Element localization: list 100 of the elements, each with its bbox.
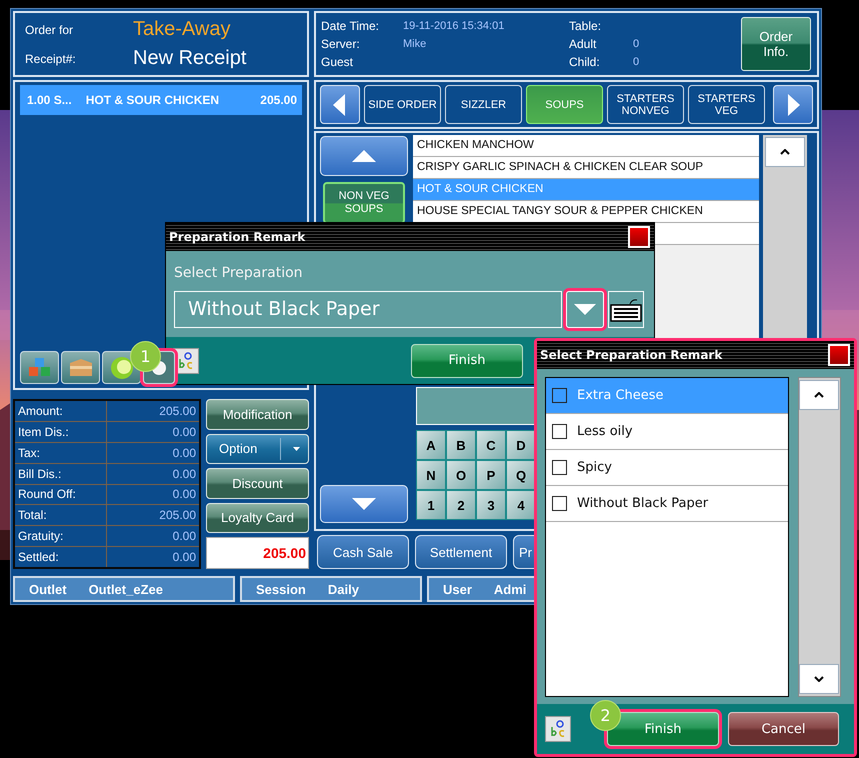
balance-field: 205.00 (206, 537, 309, 569)
order-info-button[interactable]: Order Info. (741, 17, 811, 71)
order-type: Take-Away (133, 18, 232, 41)
info-label: Server: (321, 37, 361, 51)
order-for-label: Order for (25, 22, 74, 36)
info-value: Mike (403, 38, 428, 50)
remark-label: Without Black Paper (577, 496, 708, 511)
order-qty: 1.00 S... (27, 93, 72, 107)
status-label: Session (256, 582, 306, 597)
remark-item[interactable]: Without Black Paper (546, 486, 788, 522)
keypad-key[interactable]: Q (506, 460, 536, 490)
action-button[interactable]: Modification (206, 399, 309, 430)
action-button[interactable]: Discount (206, 468, 309, 498)
keyboard-icon (610, 298, 642, 322)
cubes-button[interactable] (20, 351, 59, 384)
checkbox[interactable] (552, 496, 567, 511)
cancel-button[interactable]: Cancel (728, 712, 839, 746)
remark-label: Extra Cheese (577, 388, 664, 403)
scroll-down-button[interactable] (799, 664, 840, 694)
receipt-label: Receipt#: (25, 52, 77, 66)
info-value: 0 (633, 38, 640, 50)
chevron-down-icon (814, 676, 824, 682)
option-button[interactable]: Option (206, 434, 309, 464)
keypad-key[interactable]: P (476, 460, 506, 490)
keypad-key[interactable]: B (446, 430, 476, 460)
down-triangle-icon (574, 304, 596, 315)
receipt-number: New Receipt (133, 47, 248, 70)
chevron-up-icon (814, 392, 824, 398)
scroll-up-button[interactable] (765, 137, 805, 167)
info-label: Child: (569, 55, 601, 69)
category-tab[interactable]: SIZZLER (445, 85, 522, 124)
next-button[interactable] (773, 85, 813, 124)
letters-icon (177, 350, 195, 370)
close-button[interactable] (828, 344, 850, 366)
up-triangle-icon (352, 150, 376, 162)
info-label: Table: (569, 19, 602, 33)
total-value: 0.00 (172, 466, 197, 483)
left-arrow-icon (333, 94, 347, 116)
cubes-icon (26, 356, 52, 378)
action-button[interactable]: Cash Sale (317, 535, 409, 569)
keypad-key[interactable]: O (446, 460, 476, 490)
menu-item[interactable]: CRISPY GARLIC SPINACH & CHICKEN CLEAR SOUP (413, 157, 759, 179)
checkbox[interactable] (552, 460, 567, 475)
box-button[interactable] (61, 351, 100, 384)
info-value: 0 (633, 56, 640, 68)
keypad-key[interactable]: A (416, 430, 446, 460)
status-value: Outlet_eZee (88, 582, 163, 597)
order-amount: 205.00 (260, 93, 297, 107)
keypad-key[interactable]: 4 (506, 490, 536, 520)
previous-button[interactable] (320, 85, 360, 124)
menu-item[interactable]: HOUSE SPECIAL TANGY SOUR & PEPPER CHICKEN (413, 201, 759, 223)
down-triangle-icon (352, 498, 376, 510)
prompt-label: Select Preparation (174, 265, 304, 281)
letters-button[interactable] (545, 716, 571, 742)
keypad-key[interactable]: N (416, 460, 446, 490)
remark-item[interactable]: Less oily (546, 414, 788, 450)
menu-item[interactable]: CHICKEN MANCHOW (413, 135, 759, 157)
finish-button[interactable]: Finish (411, 344, 523, 378)
total-value: 205.00 (158, 507, 197, 524)
keyboard-button[interactable] (608, 291, 644, 328)
caret-icon (293, 446, 300, 451)
close-button[interactable] (628, 226, 650, 248)
status-value: Admi (494, 582, 526, 597)
remark-item[interactable]: Spicy (546, 450, 788, 486)
total-label: Item Dis.: (15, 422, 107, 442)
action-button[interactable]: Settlement (415, 535, 507, 569)
total-label: Amount: (15, 401, 107, 421)
total-value: 0.00 (172, 486, 197, 504)
lime-icon (108, 356, 134, 380)
checkbox[interactable] (552, 388, 567, 403)
action-button[interactable]: Loyalty Card (206, 502, 309, 533)
remark-label: Spicy (577, 460, 612, 475)
keypad-key[interactable]: 3 (476, 490, 506, 520)
subcategory-button[interactable]: NON VEG SOUPS (323, 182, 405, 224)
info-label: Adult (569, 37, 598, 51)
dialog-title: Select Preparation Remark (540, 348, 722, 362)
total-value: 0.00 (172, 444, 197, 462)
total-label: Bill Dis.: (15, 464, 107, 484)
order-item-name: HOT & SOUR CHICKEN (86, 93, 220, 107)
total-value: 205.00 (158, 402, 197, 420)
scrollbar[interactable] (798, 377, 841, 697)
status-label: User (443, 582, 472, 597)
checkbox[interactable] (552, 424, 567, 439)
keypad-key[interactable]: 2 (446, 490, 476, 520)
total-label: Tax: (15, 442, 107, 463)
category-tab[interactable]: SIDE ORDER (364, 85, 441, 124)
keypad-key[interactable]: C (476, 430, 506, 460)
total-label: Settled: (15, 547, 107, 567)
letters-icon (549, 719, 567, 739)
status-label: Outlet (29, 582, 67, 597)
keypad-key[interactable]: 1 (416, 490, 446, 520)
total-label: Gratuity: (15, 526, 107, 546)
total-label: Total: (15, 505, 107, 526)
category-tab[interactable]: STARTERS NONVEG (607, 85, 684, 124)
keypad-key[interactable]: D (506, 430, 536, 460)
category-tab[interactable]: STARTERS VEG (688, 85, 765, 124)
total-value: 0.00 (172, 528, 197, 546)
chevron-up-icon (780, 149, 790, 155)
scroll-up-button[interactable] (799, 380, 840, 410)
total-value: 0.00 (172, 549, 197, 566)
